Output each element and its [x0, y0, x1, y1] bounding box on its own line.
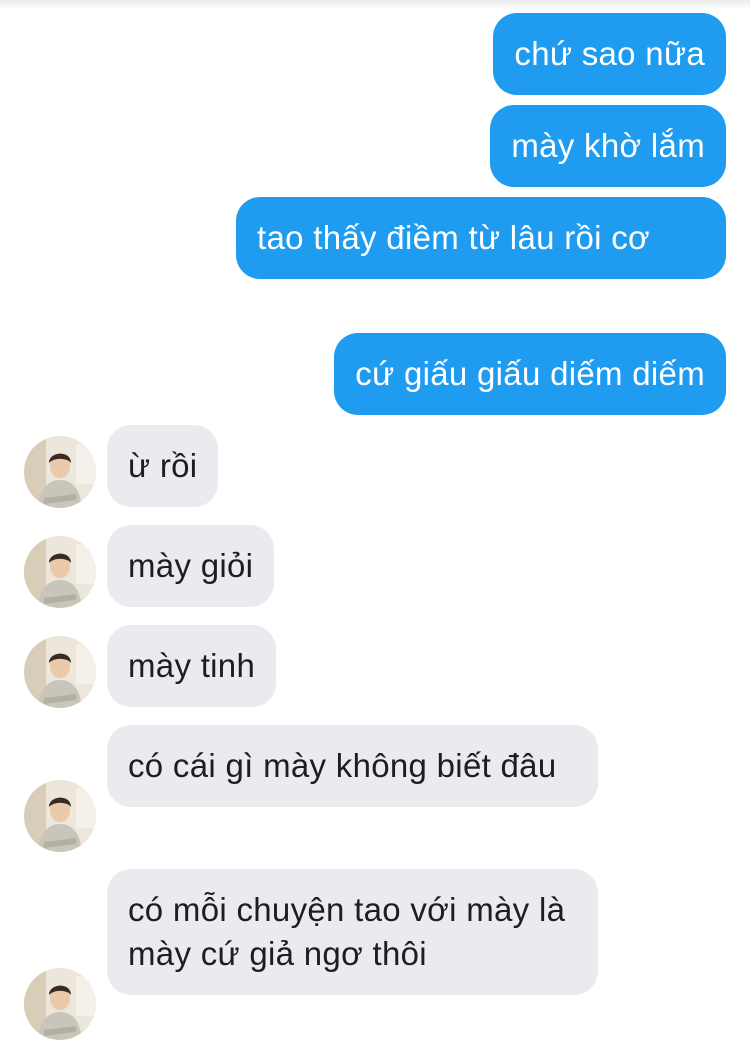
message-bubble-incoming[interactable]: mày tinh [107, 625, 277, 707]
avatar[interactable] [24, 536, 96, 608]
message-bubble-outgoing[interactable]: mày khờ lắm [490, 105, 726, 187]
message-bubble-outgoing[interactable]: cứ giấu giấu diếm diếm [334, 333, 726, 415]
avatar[interactable] [24, 636, 96, 708]
profile-photo-icon [24, 968, 96, 1040]
avatar[interactable] [24, 436, 96, 508]
avatar[interactable] [24, 968, 96, 1040]
profile-photo-icon [24, 536, 96, 608]
profile-photo-icon [24, 780, 96, 852]
message-bubble-incoming[interactable]: mày giỏi [107, 525, 275, 607]
message-bubble-incoming[interactable]: có cái gì mày không biết đâu [107, 725, 598, 807]
message-bubble-incoming[interactable]: ừ rồi [107, 425, 219, 507]
avatar[interactable] [24, 780, 96, 852]
profile-photo-icon [24, 636, 96, 708]
message-bubble-outgoing[interactable]: tao thấy điềm từ lâu rồi cơ [236, 197, 726, 279]
profile-photo-icon [24, 436, 96, 508]
message-bubble-incoming[interactable]: có mỗi chuyện tao với mày là mày cứ giả … [107, 869, 598, 995]
message-bubble-outgoing[interactable]: chứ sao nữa [493, 13, 726, 95]
top-fade [0, 0, 750, 10]
